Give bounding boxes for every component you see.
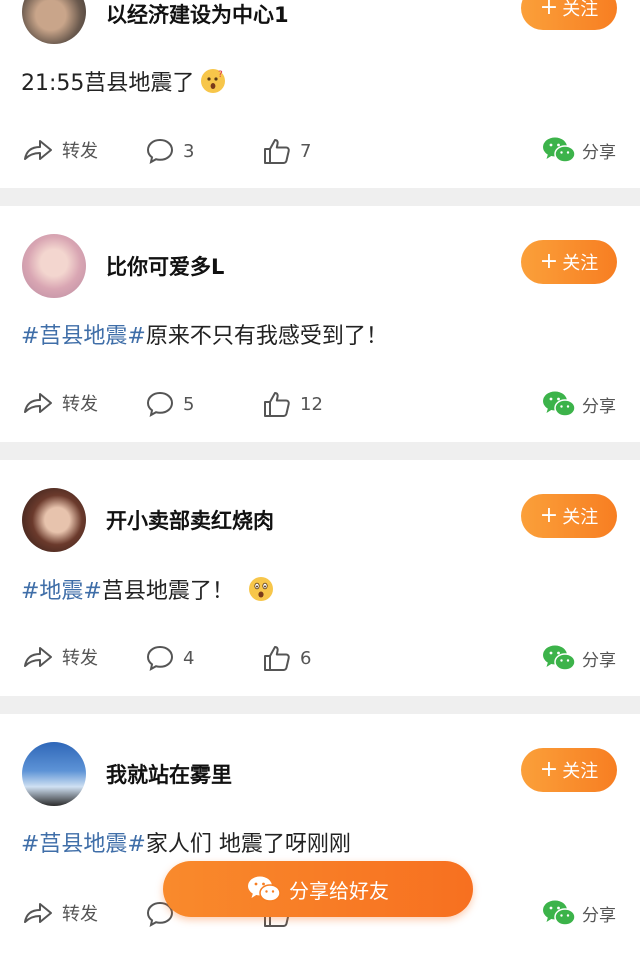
repost-action[interactable]: 转发	[22, 900, 98, 926]
username[interactable]: 开小卖部卖红烧肉	[106, 508, 274, 534]
follow-button[interactable]: + 关注	[521, 0, 617, 30]
share-label: 分享	[582, 396, 616, 417]
post-card: 开小卖部卖红烧肉 + 关注 #地震#莒县地震了！ 转发 4 6 分享	[0, 460, 640, 696]
post-content: #地震#莒县地震了！	[21, 576, 274, 607]
hashtag-link[interactable]: #地震#	[21, 579, 102, 604]
wechat-icon	[543, 137, 576, 163]
post-text: 21:55莒县地震了	[21, 71, 195, 96]
comment-action[interactable]: 3	[145, 137, 194, 165]
share-to-friends-button[interactable]: 分享给好友	[163, 861, 473, 917]
post-text: 莒县地震了！	[101, 579, 234, 604]
repost-label: 转发	[62, 904, 98, 925]
plus-icon: +	[539, 249, 559, 274]
avatar[interactable]	[22, 234, 86, 298]
comment-bubble-icon	[146, 391, 174, 417]
repost-arrow-icon	[24, 647, 52, 667]
repost-action[interactable]: 转发	[22, 390, 98, 416]
avatar[interactable]	[22, 742, 86, 806]
follow-label: 关注	[562, 761, 599, 782]
astonished-face-emoji-icon	[248, 577, 273, 601]
follow-label: 关注	[562, 0, 599, 20]
plus-icon: +	[539, 757, 559, 782]
comment-bubble-icon	[146, 645, 174, 671]
surprised-face-emoji-icon: ?	[201, 69, 226, 93]
follow-button[interactable]: + 关注	[521, 494, 617, 538]
post-card: 我就站在雾里 + 关注 #莒县地震#家人们 地震了呀刚刚 转发 分享	[0, 714, 640, 958]
thumbs-up-icon	[264, 392, 290, 417]
comment-count: 4	[183, 647, 195, 669]
repost-label: 转发	[62, 141, 98, 162]
username[interactable]: 我就站在雾里	[106, 762, 232, 788]
post-content: #莒县地震#家人们 地震了呀刚刚	[21, 830, 351, 860]
repost-action[interactable]: 转发	[22, 644, 98, 670]
like-action[interactable]: 6	[262, 644, 311, 672]
comment-bubble-icon	[146, 138, 174, 164]
post-content: #莒县地震#原来不只有我感受到了！	[21, 322, 388, 352]
repost-arrow-icon	[24, 140, 52, 160]
comment-count: 5	[183, 393, 195, 415]
wechat-icon	[248, 876, 281, 902]
plus-icon: +	[539, 503, 559, 528]
username[interactable]: 比你可爱多L	[106, 254, 224, 280]
like-action[interactable]: 7	[262, 137, 311, 165]
wechat-share-action[interactable]: 分享	[542, 899, 616, 927]
like-action[interactable]: 12	[262, 390, 323, 418]
thumbs-up-icon	[264, 646, 290, 671]
follow-label: 关注	[562, 507, 599, 528]
repost-action[interactable]: 转发	[22, 137, 98, 163]
share-label: 分享	[582, 650, 616, 671]
hashtag-link[interactable]: #莒县地震#	[21, 832, 146, 857]
comment-count: 3	[183, 140, 195, 162]
follow-button[interactable]: + 关注	[521, 748, 617, 792]
repost-label: 转发	[62, 394, 98, 415]
post-card: 比你可爱多L + 关注 #莒县地震#原来不只有我感受到了！ 转发 5 12 分享	[0, 206, 640, 442]
like-count: 6	[300, 647, 312, 669]
follow-button[interactable]: + 关注	[521, 240, 617, 284]
share-label: 分享	[582, 142, 616, 163]
avatar[interactable]	[22, 488, 86, 552]
post-text: 原来不只有我感受到了！	[145, 324, 388, 349]
post-card: 以经济建设为中心1 + 关注 21:55莒县地震了? 转发 3 7 分享	[0, 0, 640, 188]
thumbs-up-icon	[264, 139, 290, 164]
username[interactable]: 以经济建设为中心1	[106, 2, 289, 28]
share-label: 分享	[582, 905, 616, 926]
post-content: 21:55莒县地震了?	[21, 68, 226, 99]
repost-arrow-icon	[24, 393, 52, 413]
svg-text:?: ?	[218, 70, 223, 80]
hashtag-link[interactable]: #莒县地震#	[21, 324, 146, 349]
comment-action[interactable]: 4	[145, 644, 194, 672]
share-to-friends-label: 分享给好友	[289, 878, 389, 903]
post-text: 家人们 地震了呀刚刚	[145, 832, 351, 857]
repost-label: 转发	[62, 648, 98, 669]
wechat-share-action[interactable]: 分享	[542, 390, 616, 418]
wechat-icon	[543, 391, 576, 417]
like-count: 12	[300, 393, 323, 415]
wechat-share-action[interactable]: 分享	[542, 136, 616, 164]
wechat-icon	[543, 645, 576, 671]
wechat-share-action[interactable]: 分享	[542, 644, 616, 672]
wechat-icon	[543, 900, 576, 926]
comment-action[interactable]: 5	[145, 390, 194, 418]
like-count: 7	[300, 140, 312, 162]
repost-arrow-icon	[24, 903, 52, 923]
avatar[interactable]	[22, 0, 86, 44]
plus-icon: +	[539, 0, 559, 20]
follow-label: 关注	[562, 253, 599, 274]
